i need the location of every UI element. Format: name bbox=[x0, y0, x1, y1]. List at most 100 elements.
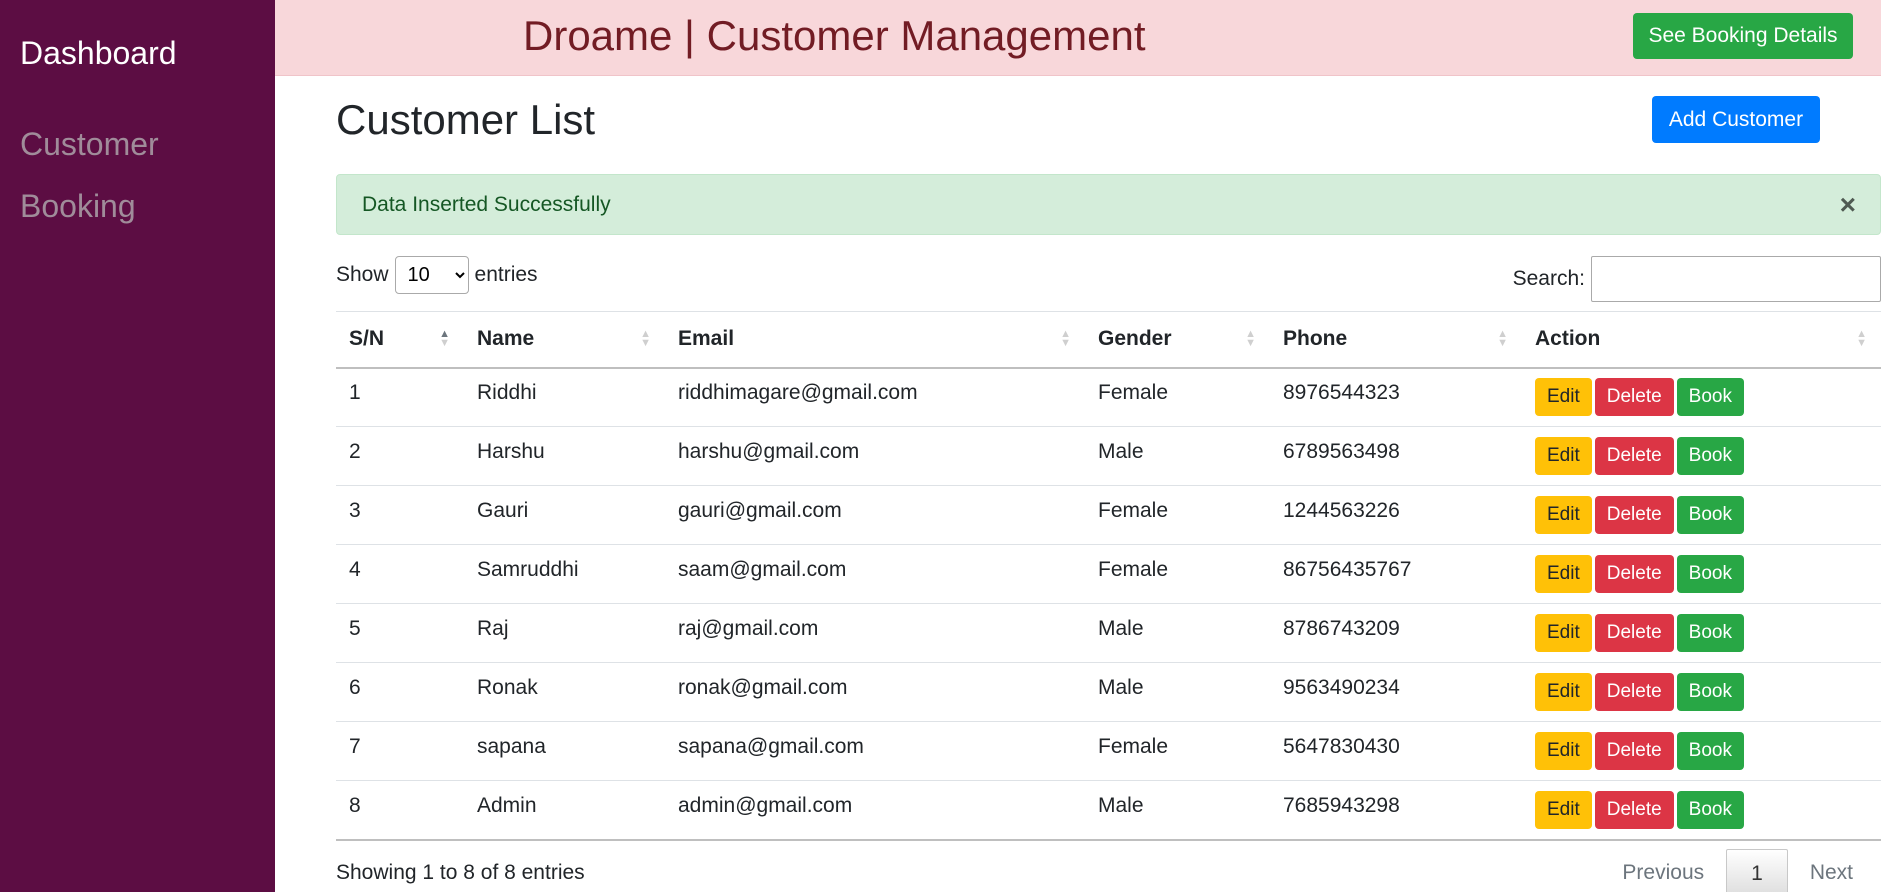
page-1-button[interactable]: 1 bbox=[1726, 849, 1788, 892]
cell-phone: 6789563498 bbox=[1270, 426, 1522, 486]
cell-name: Gauri bbox=[464, 485, 665, 545]
book-button[interactable]: Book bbox=[1676, 673, 1744, 711]
column-header-name[interactable]: Name ▲ ▼ bbox=[464, 311, 665, 369]
edit-button[interactable]: Edit bbox=[1535, 732, 1592, 770]
cell-actions: Edit Delete Book bbox=[1522, 426, 1881, 486]
cell-name: Riddhi bbox=[464, 367, 665, 427]
table-info: Showing 1 to 8 of 8 entries bbox=[336, 861, 585, 884]
column-header-phone[interactable]: Phone ▲ ▼ bbox=[1270, 311, 1522, 369]
cell-gender: Male bbox=[1085, 426, 1270, 486]
cell-phone: 86756435767 bbox=[1270, 544, 1522, 604]
cell-phone: 8786743209 bbox=[1270, 603, 1522, 663]
next-page-button[interactable]: Next bbox=[1788, 849, 1875, 892]
edit-button[interactable]: Edit bbox=[1535, 790, 1592, 829]
column-header-email[interactable]: Email ▲ ▼ bbox=[665, 311, 1085, 369]
page-title: Customer List bbox=[336, 96, 596, 143]
cell-gender: Female bbox=[1085, 485, 1270, 545]
cell-sn: 1 bbox=[336, 367, 464, 427]
sort-icon: ▲ ▼ bbox=[1060, 328, 1071, 349]
sort-icon: ▲ ▼ bbox=[640, 328, 651, 349]
delete-button[interactable]: Delete bbox=[1594, 673, 1674, 711]
success-alert: Data Inserted Successfully × bbox=[336, 174, 1881, 235]
page-size-select[interactable]: 10 bbox=[394, 256, 469, 294]
search-label: Search: bbox=[1512, 267, 1585, 290]
edit-button[interactable]: Edit bbox=[1535, 555, 1592, 593]
edit-button[interactable]: Edit bbox=[1535, 673, 1592, 711]
table-row: 1 Riddhi riddhimagare@gmail.com Female 8… bbox=[336, 367, 1881, 427]
cell-actions: Edit Delete Book bbox=[1522, 721, 1881, 781]
header-bar: Droame | Customer Management See Booking… bbox=[275, 0, 1881, 76]
column-header-sn[interactable]: S/N ▲ ▼ bbox=[336, 311, 464, 369]
cell-name: Samruddhi bbox=[464, 544, 665, 604]
entries-length-control: Show 10 entries bbox=[336, 256, 538, 294]
edit-button[interactable]: Edit bbox=[1535, 614, 1592, 652]
cell-sn: 7 bbox=[336, 721, 464, 781]
table-header-row: S/N ▲ ▼ Name ▲ ▼ Email ▲ ▼ Gender ▲ ▼ Ph… bbox=[336, 311, 1881, 369]
cell-sn: 8 bbox=[336, 780, 464, 841]
book-button[interactable]: Book bbox=[1676, 790, 1744, 829]
delete-button[interactable]: Delete bbox=[1594, 555, 1674, 593]
cell-email: admin@gmail.com bbox=[665, 780, 1085, 841]
column-header-gender[interactable]: Gender ▲ ▼ bbox=[1085, 311, 1270, 369]
customer-table: S/N ▲ ▼ Name ▲ ▼ Email ▲ ▼ Gender ▲ ▼ Ph… bbox=[336, 311, 1881, 841]
book-button[interactable]: Book bbox=[1676, 614, 1744, 652]
cell-email: sapana@gmail.com bbox=[665, 721, 1085, 781]
cell-gender: Female bbox=[1085, 544, 1270, 604]
cell-sn: 6 bbox=[336, 662, 464, 722]
cell-phone: 5647830430 bbox=[1270, 721, 1522, 781]
cell-sn: 2 bbox=[336, 426, 464, 486]
cell-gender: Female bbox=[1085, 721, 1270, 781]
header-title: Droame | Customer Management bbox=[523, 12, 1146, 59]
close-icon[interactable]: × bbox=[1840, 189, 1856, 221]
table-body: 1 Riddhi riddhimagare@gmail.com Female 8… bbox=[336, 367, 1881, 841]
see-booking-details-button[interactable]: See Booking Details bbox=[1633, 13, 1853, 59]
delete-button[interactable]: Delete bbox=[1594, 378, 1674, 417]
search-control: Search: bbox=[1513, 256, 1881, 302]
cell-email: raj@gmail.com bbox=[665, 603, 1085, 663]
cell-actions: Edit Delete Book bbox=[1522, 780, 1881, 841]
table-row: 4 Samruddhi saam@gmail.com Female 867564… bbox=[336, 544, 1881, 604]
sidebar-item-booking[interactable]: Booking bbox=[20, 188, 136, 225]
cell-phone: 8976544323 bbox=[1270, 367, 1522, 427]
entries-label: entries bbox=[474, 263, 538, 286]
column-label: S/N bbox=[349, 327, 385, 351]
cell-phone: 9563490234 bbox=[1270, 662, 1522, 722]
book-button[interactable]: Book bbox=[1676, 496, 1744, 534]
edit-button[interactable]: Edit bbox=[1535, 437, 1592, 475]
alert-message: Data Inserted Successfully bbox=[362, 193, 611, 216]
cell-sn: 5 bbox=[336, 603, 464, 663]
table-row: 6 Ronak ronak@gmail.com Male 9563490234 … bbox=[336, 662, 1881, 722]
delete-button[interactable]: Delete bbox=[1594, 496, 1674, 534]
cell-gender: Female bbox=[1085, 367, 1270, 427]
previous-page-button[interactable]: Previous bbox=[1600, 849, 1726, 892]
column-header-action[interactable]: Action ▲ ▼ bbox=[1522, 311, 1881, 369]
delete-button[interactable]: Delete bbox=[1594, 732, 1674, 770]
cell-phone: 7685943298 bbox=[1270, 780, 1522, 841]
book-button[interactable]: Book bbox=[1676, 437, 1744, 475]
cell-name: Ronak bbox=[464, 662, 665, 722]
customer-table-wrapper: S/N ▲ ▼ Name ▲ ▼ Email ▲ ▼ Gender ▲ ▼ Ph… bbox=[336, 311, 1881, 841]
delete-button[interactable]: Delete bbox=[1594, 614, 1674, 652]
book-button[interactable]: Book bbox=[1676, 378, 1744, 417]
add-customer-button[interactable]: Add Customer bbox=[1652, 96, 1820, 143]
cell-sn: 3 bbox=[336, 485, 464, 545]
edit-button[interactable]: Edit bbox=[1535, 496, 1592, 534]
book-button[interactable]: Book bbox=[1676, 732, 1744, 770]
edit-button[interactable]: Edit bbox=[1535, 378, 1592, 417]
column-label: Email bbox=[678, 327, 735, 351]
cell-email: saam@gmail.com bbox=[665, 544, 1085, 604]
cell-email: gauri@gmail.com bbox=[665, 485, 1085, 545]
book-button[interactable]: Book bbox=[1676, 555, 1744, 593]
sidebar: Dashboard Customer Booking bbox=[0, 0, 275, 892]
cell-name: Harshu bbox=[464, 426, 665, 486]
column-label: Name bbox=[477, 327, 535, 351]
table-row: 8 Admin admin@gmail.com Male 7685943298 … bbox=[336, 780, 1881, 841]
search-input[interactable] bbox=[1591, 256, 1881, 302]
show-label: Show bbox=[336, 263, 389, 286]
sidebar-brand[interactable]: Dashboard bbox=[20, 35, 177, 72]
delete-button[interactable]: Delete bbox=[1594, 790, 1674, 829]
cell-actions: Edit Delete Book bbox=[1522, 662, 1881, 722]
delete-button[interactable]: Delete bbox=[1594, 437, 1674, 475]
cell-name: Admin bbox=[464, 780, 665, 841]
sidebar-item-customer[interactable]: Customer bbox=[20, 126, 159, 163]
